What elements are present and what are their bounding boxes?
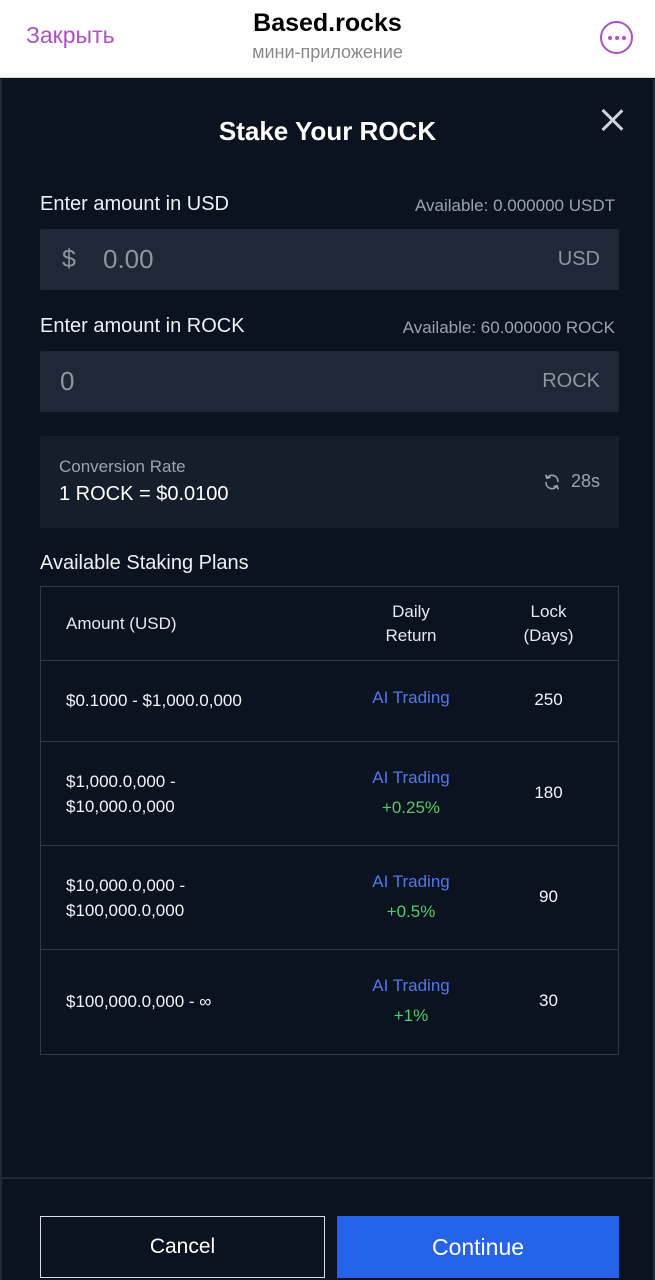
cancel-button[interactable]: Cancel [40, 1216, 325, 1278]
lock-days-column-header: Lock (Days) [501, 600, 596, 648]
plan-daily-name: AI Trading [372, 976, 450, 995]
conversion-rate-panel: Conversion Rate 1 ROCK = $0.0100 28s [40, 436, 619, 528]
plan-daily-return: AI Trading +1% [331, 971, 491, 1031]
rate-refresh-timer: 28s [543, 471, 600, 492]
plan-lock-days: 30 [539, 991, 558, 1010]
plan-amount-line1: $100,000.0,000 - ∞ [66, 992, 212, 1011]
plan-row[interactable]: $0.1000 - $1,000.0,000 AI Trading 250 [41, 661, 618, 742]
plan-amount-line2: $100,000.0,000 [66, 901, 185, 920]
rock-available-balance: Available: 60.000000 ROCK [402, 318, 615, 337]
timer-text: 28s [570, 471, 600, 491]
plan-lock-days: 90 [539, 887, 558, 906]
lock-header-line1: Lock [530, 602, 567, 621]
dollar-prefix: $ [62, 245, 76, 273]
daily-header-line2: Return [385, 626, 437, 645]
plan-amount: $100,000.0,000 - ∞ [66, 989, 211, 1014]
conversion-rate-value: 1 ROCK = $0.0100 [59, 483, 229, 505]
amount-column-header: Amount (USD) [66, 614, 177, 633]
rock-amount-label: Enter amount in ROCK [40, 315, 245, 337]
modal-title: Stake Your ROCK [218, 116, 437, 146]
table-header: Amount (USD) Daily Return Lock (Days) [41, 587, 618, 661]
staking-plans-title: Available Staking Plans [40, 552, 249, 574]
plan-amount-line1: $10,000.0,000 - [66, 876, 186, 895]
plan-daily-bonus: +1% [393, 1006, 429, 1025]
rock-amount-input[interactable]: 0 ROCK [40, 351, 619, 412]
footer-divider [2, 1177, 653, 1179]
plan-daily-name: AI Trading [372, 688, 450, 707]
lock-header-line2: (Days) [523, 626, 574, 645]
usd-currency-suffix: USD [557, 248, 600, 270]
plan-amount: $10,000.0,000 - $100,000.0,000 [66, 873, 185, 923]
plan-amount-line1: $1,000.0,000 - [66, 772, 176, 791]
stake-modal: Stake Your ROCK Enter amount in USD Avai… [0, 79, 655, 1280]
continue-button[interactable]: Continue [337, 1216, 619, 1278]
usd-amount-placeholder: 0.00 [103, 244, 154, 274]
refresh-icon[interactable] [543, 473, 561, 491]
daily-return-column-header: Daily Return [351, 600, 471, 648]
plan-amount-line1: $0.1000 - $1,000.0,000 [66, 691, 242, 710]
rock-currency-suffix: ROCK [542, 370, 600, 392]
app-subtitle: мини-приложение [252, 42, 403, 62]
plan-lock-days: 250 [534, 690, 563, 709]
staking-plans-table: Amount (USD) Daily Return Lock (Days) $0… [40, 586, 619, 1055]
plan-daily-return: AI Trading +0.25% [331, 763, 491, 823]
plan-daily-bonus: +0.25% [381, 798, 441, 817]
usd-amount-input[interactable]: $ 0.00 USD [40, 229, 619, 290]
plan-row[interactable]: $1,000.0,000 - $10,000.0,000 AI Trading … [41, 742, 618, 846]
plan-daily-return: AI Trading +0.5% [331, 867, 491, 927]
usd-available-balance: Available: 0.000000 USDT [414, 196, 615, 215]
ellipsis-circle-icon[interactable] [600, 21, 633, 54]
plan-amount-line2: $10,000.0,000 [66, 797, 175, 816]
plan-amount: $0.1000 - $1,000.0,000 [66, 688, 242, 713]
app-title: Based.rocks [253, 9, 402, 37]
close-icon[interactable] [599, 107, 625, 133]
plan-daily-name: AI Trading [372, 872, 450, 891]
telegram-header: Закрыть Based.rocks мини-приложение [0, 0, 655, 78]
conversion-rate-label: Conversion Rate [59, 457, 186, 476]
usd-amount-label: Enter amount in USD [40, 193, 229, 215]
plan-lock-days: 180 [534, 783, 563, 802]
plan-daily-bonus: +0.5% [386, 902, 436, 921]
plan-daily-name: AI Trading [372, 768, 450, 787]
plan-row[interactable]: $100,000.0,000 - ∞ AI Trading +1% 30 [41, 950, 618, 1054]
plan-row[interactable]: $10,000.0,000 - $100,000.0,000 AI Tradin… [41, 846, 618, 950]
plan-daily-return: AI Trading [331, 683, 491, 713]
plan-amount: $1,000.0,000 - $10,000.0,000 [66, 769, 176, 819]
rock-amount-placeholder: 0 [60, 366, 75, 396]
daily-header-line1: Daily [392, 602, 430, 621]
